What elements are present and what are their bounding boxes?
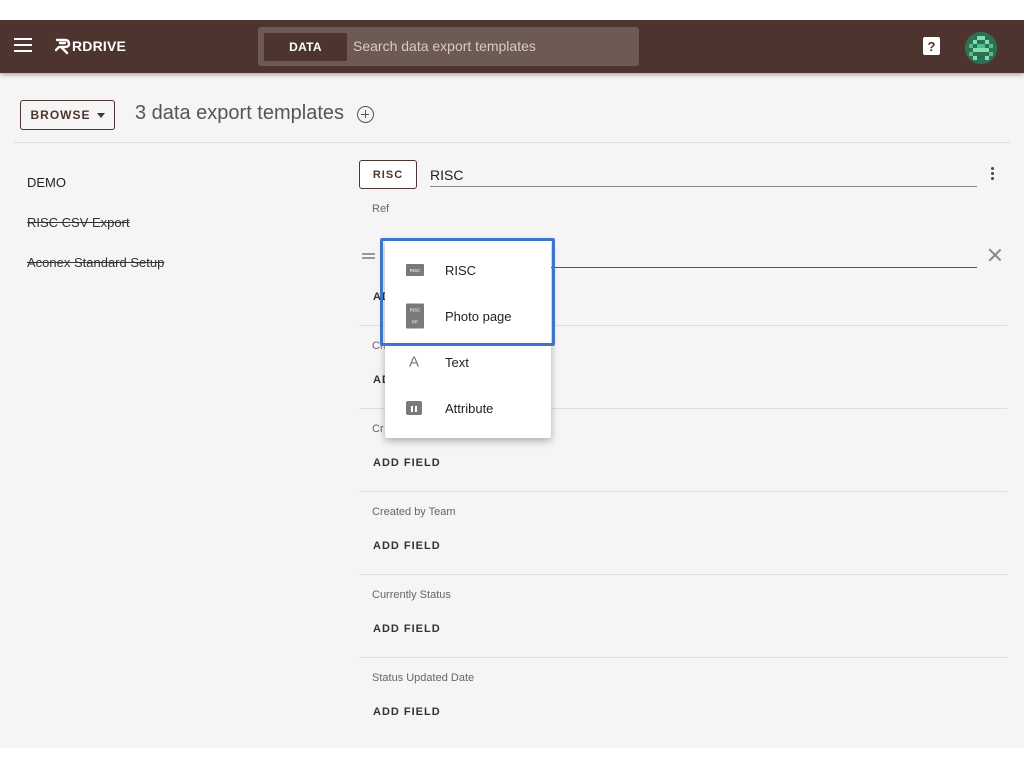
search-box: DATA (258, 27, 639, 66)
menu-item-photo-page[interactable]: RISC PP Photo page (385, 296, 551, 336)
menu-item-label: Attribute (445, 400, 494, 416)
divider (359, 574, 1007, 575)
add-field-button[interactable]: ADD FIELD (373, 623, 441, 635)
add-field-button[interactable]: ADD FIELD (373, 540, 441, 552)
ref-section-label: Ref (372, 203, 390, 215)
risc-pp-icon-top: RISC (409, 307, 421, 313)
divider (14, 142, 1010, 143)
section-label: Created by Team (372, 506, 456, 518)
section-label: Status Updated Date (372, 672, 475, 684)
risc-pp-icon: RISC PP (406, 303, 424, 329)
top-bar: RDRIVE DATA ? (0, 20, 1024, 73)
add-circle-icon[interactable] (357, 106, 374, 123)
section-label: Cr (372, 423, 384, 435)
menu-item-label: Photo page (445, 308, 512, 324)
attribute-icon (406, 401, 422, 415)
add-field-button[interactable]: ADD FIELD (373, 706, 441, 718)
app-window: RDRIVE DATA ? BROWSE 3 data export templ… (0, 20, 1024, 748)
menu-item-label: Text (445, 354, 469, 370)
field-type-dropdown: RISC RISC RISC PP Photo page A Text Attr… (385, 240, 551, 438)
close-icon[interactable] (988, 248, 1002, 262)
user-avatar[interactable] (965, 32, 997, 64)
template-item-demo[interactable]: DEMO (27, 175, 66, 190)
menu-item-text[interactable]: A Text (385, 342, 551, 382)
divider (359, 491, 1007, 492)
hamburger-menu-icon[interactable] (14, 38, 32, 52)
menu-item-risc[interactable]: RISC RISC (385, 250, 551, 290)
template-item-aconex-standard-setup[interactable]: Aconex Standard Setup (27, 255, 164, 270)
template-name-input[interactable] (430, 163, 977, 187)
avatar-pattern-icon (965, 32, 997, 64)
browse-button[interactable]: BROWSE (20, 100, 115, 130)
menu-item-label: RISC (445, 262, 477, 278)
add-field-button[interactable]: ADD FIELD (373, 457, 441, 469)
template-item-risc-csv-export[interactable]: RISC CSV Export (27, 215, 130, 230)
divider (359, 657, 1007, 658)
help-icon[interactable]: ? (923, 37, 940, 55)
drag-handle-icon[interactable] (362, 253, 375, 260)
page-title: 3 data export templates (135, 102, 345, 124)
section-label: Currently Status (372, 589, 451, 601)
logo-text: RDRIVE (72, 38, 127, 54)
rdrive-logo[interactable]: RDRIVE (55, 36, 126, 56)
risc-icon: RISC (406, 264, 424, 276)
browse-label: BROWSE (30, 108, 91, 122)
text-icon: A (409, 353, 420, 371)
search-input[interactable] (353, 35, 623, 57)
section-label: Ch (372, 340, 387, 352)
template-type-chip[interactable]: RISC (359, 160, 417, 189)
risc-pp-icon-bottom: PP (411, 319, 418, 325)
menu-item-attribute[interactable]: Attribute (385, 388, 551, 428)
caret-down-icon (96, 112, 105, 118)
logo-mark-icon (55, 38, 71, 55)
search-scope-tab[interactable]: DATA (264, 33, 347, 61)
more-options-icon[interactable] (988, 167, 996, 183)
